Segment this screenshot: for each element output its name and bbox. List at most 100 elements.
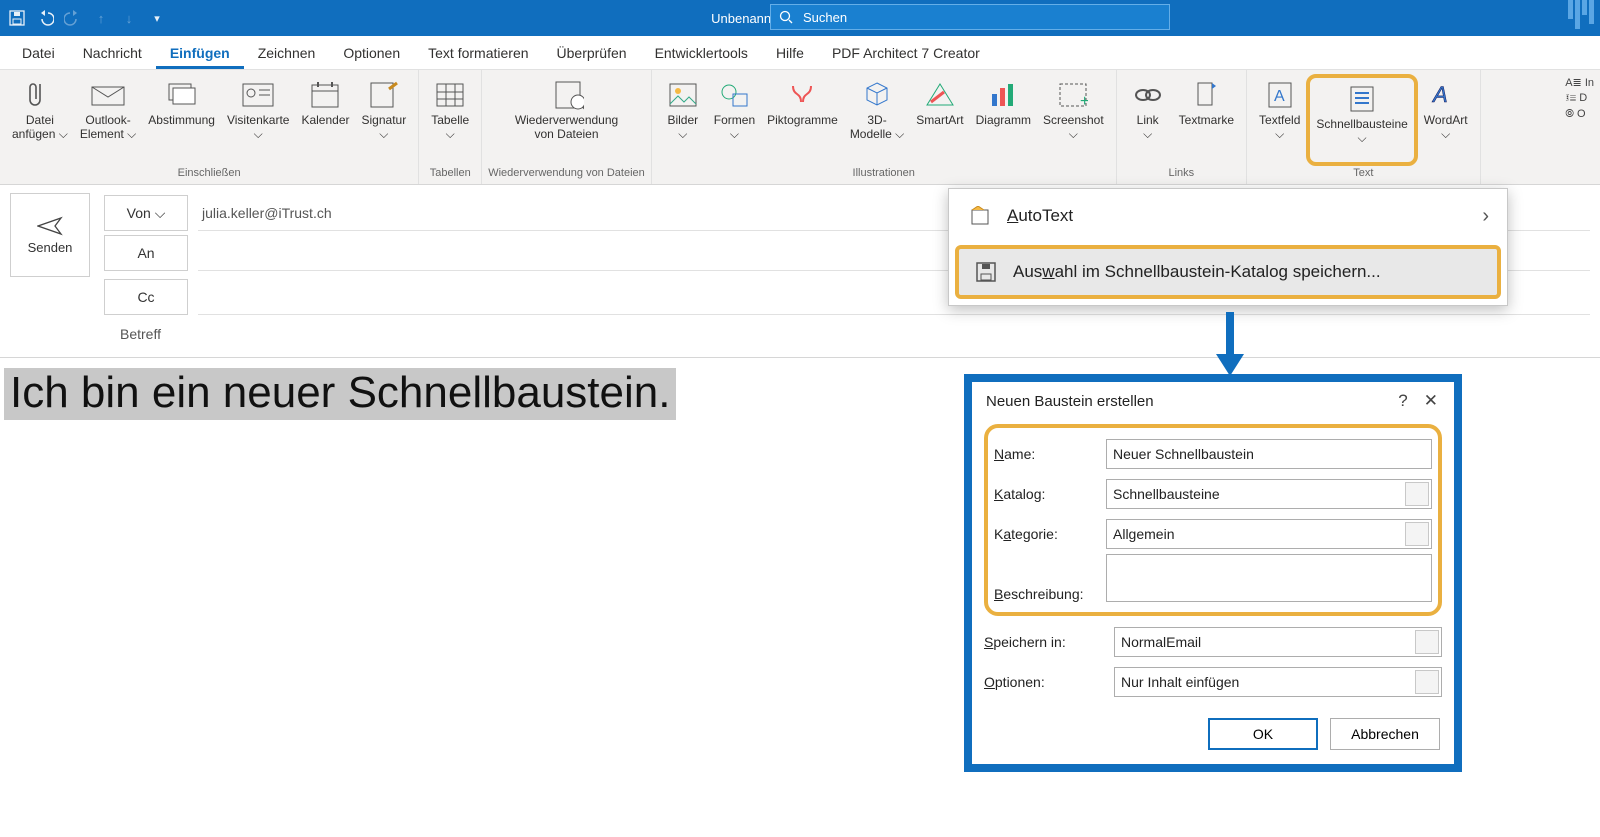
- cc-button[interactable]: Cc: [104, 279, 188, 315]
- picto-icon: [785, 78, 819, 112]
- select-optionen[interactable]: Nur Inhalt einfügen⌵: [1114, 667, 1442, 697]
- search-icon: [779, 10, 793, 24]
- quick-access-toolbar: ↑ ↓ ▾: [0, 9, 174, 27]
- tab-hilfe[interactable]: Hilfe: [762, 39, 818, 69]
- stack-icon: [165, 78, 199, 112]
- ribbon-btn-wart[interactable]: AWordArt⌵: [1418, 74, 1474, 166]
- ribbon-btn-tbox[interactable]: ATextfeld⌵: [1253, 74, 1306, 166]
- dialog-title: Neuen Baustein erstellen: [986, 393, 1154, 410]
- input-beschreibung[interactable]: [1106, 554, 1432, 602]
- ribbon-group: Wiederverwendungvon DateienWiederverwend…: [482, 70, 652, 184]
- ribbon-tabs: Datei Nachricht Einfügen Zeichnen Option…: [0, 36, 1600, 70]
- up-icon: ↑: [92, 9, 110, 27]
- label-katalog: Katalog:: [994, 486, 1106, 502]
- ribbon-btn-picto[interactable]: Piktogramme: [761, 74, 844, 166]
- ribbon-btn-card[interactable]: Visitenkarte⌵: [221, 74, 295, 166]
- group-label: Links: [1169, 167, 1195, 183]
- qat-more-icon[interactable]: ▾: [148, 9, 166, 27]
- smart-icon: [923, 78, 957, 112]
- ribbon-btn-smart[interactable]: SmartArt: [910, 74, 969, 166]
- cube-icon: [860, 78, 894, 112]
- ribbon-btn-mail[interactable]: Outlook-Element ⌵: [74, 74, 142, 166]
- titlebar: ↑ ↓ ▾ Unbenannt - Nachricht (HTML) Suche…: [0, 0, 1600, 36]
- ribbon-btn-clip[interactable]: Dateianfügen ⌵: [6, 74, 74, 166]
- link-icon: [1131, 78, 1165, 112]
- card-icon: [241, 78, 275, 112]
- svg-text:+: +: [1080, 93, 1088, 108]
- select-katalog[interactable]: Schnellbausteine⌵: [1106, 479, 1432, 509]
- tab-textform[interactable]: Text formatieren: [414, 39, 542, 69]
- group-label: Einschließen: [178, 167, 241, 183]
- ribbon-btn-sig[interactable]: Signatur⌵: [356, 74, 413, 166]
- ribbon-btn-table[interactable]: Tabelle⌵: [425, 74, 475, 166]
- label-beschreibung: Beschreibung:: [994, 586, 1106, 602]
- close-button[interactable]: ✕: [1418, 391, 1444, 411]
- menu-autotext[interactable]: AutoText ›: [949, 189, 1507, 243]
- svg-text:A: A: [1431, 82, 1448, 107]
- select-speichern[interactable]: NormalEmail⌵: [1114, 627, 1442, 657]
- group-label: Illustrationen: [853, 167, 915, 183]
- dialog-highlight-area: Name: Neuer Schnellbaustein Katalog: Sch…: [984, 424, 1442, 616]
- group-label: Text: [1353, 167, 1373, 183]
- clip-icon: [23, 78, 57, 112]
- from-button[interactable]: Von ⌵: [104, 195, 188, 231]
- send-button[interactable]: Senden: [10, 193, 90, 277]
- save-icon: [973, 262, 999, 282]
- to-button[interactable]: An: [104, 235, 188, 271]
- group-label: Tabellen: [430, 167, 471, 183]
- undo-icon[interactable]: [36, 9, 54, 27]
- ribbon-group: Bilder⌵Formen⌵Piktogramme3D-Modelle ⌵Sma…: [652, 70, 1117, 184]
- tab-optionen[interactable]: Optionen: [329, 39, 414, 69]
- tab-entwickler[interactable]: Entwicklertools: [641, 39, 762, 69]
- cal-icon: [308, 78, 342, 112]
- ok-button[interactable]: OK: [1208, 718, 1318, 750]
- help-button[interactable]: ?: [1388, 391, 1417, 411]
- group-label: Wiederverwendung von Dateien: [488, 167, 645, 183]
- ribbon-btn-bm[interactable]: Textmarke: [1173, 74, 1240, 166]
- tab-pdf[interactable]: PDF Architect 7 Creator: [818, 39, 994, 69]
- arrow-icon: [1210, 310, 1250, 380]
- redo-icon[interactable]: [64, 9, 82, 27]
- cancel-button[interactable]: Abbrechen: [1330, 718, 1440, 750]
- label-name: Name:: [994, 446, 1106, 462]
- autotext-icon: [967, 206, 993, 226]
- ribbon-btn-shot[interactable]: +Screenshot⌵: [1037, 74, 1110, 166]
- sig-icon: [367, 78, 401, 112]
- ribbon-btn-stack[interactable]: Abstimmung: [142, 74, 221, 166]
- tab-einfuegen[interactable]: Einfügen: [156, 39, 244, 69]
- ribbon-btn-reuse[interactable]: Wiederverwendungvon Dateien: [509, 74, 624, 166]
- ribbon-btn-link[interactable]: Link⌵: [1123, 74, 1173, 166]
- table-icon: [433, 78, 467, 112]
- ribbon-btn-quick[interactable]: Schnellbausteine⌵: [1306, 74, 1417, 166]
- tab-nachricht[interactable]: Nachricht: [69, 39, 156, 69]
- ribbon-group: Link⌵TextmarkeLinks: [1117, 70, 1247, 184]
- ribbon-group: ATextfeld⌵Schnellbausteine⌵AWordArt⌵ Text: [1247, 70, 1481, 184]
- quick-icon: [1345, 82, 1379, 116]
- ribbon: A≣ In፤≣ D⦾ O Dateianfügen ⌵Outlook-Eleme…: [0, 70, 1600, 185]
- tab-zeichnen[interactable]: Zeichnen: [244, 39, 330, 69]
- search-input[interactable]: Suchen: [770, 4, 1170, 30]
- save-icon[interactable]: [8, 9, 26, 27]
- label-optionen: Optionen:: [984, 674, 1114, 690]
- tab-datei[interactable]: Datei: [8, 39, 69, 69]
- ribbon-btn-img[interactable]: Bilder⌵: [658, 74, 708, 166]
- chevron-right-icon: ›: [1482, 205, 1489, 228]
- wart-icon: A: [1429, 78, 1463, 112]
- menu-save-quickpart[interactable]: Auswahl im Schnellbaustein-Katalog speic…: [955, 245, 1501, 299]
- down-icon: ↓: [120, 9, 138, 27]
- ribbon-btn-chart[interactable]: Diagramm: [970, 74, 1037, 166]
- search-placeholder: Suchen: [803, 10, 847, 25]
- selected-text[interactable]: Ich bin ein neuer Schnellbaustein.: [4, 368, 676, 420]
- ribbon-btn-cube[interactable]: 3D-Modelle ⌵: [844, 74, 910, 166]
- tbox-icon: A: [1263, 78, 1297, 112]
- input-name[interactable]: Neuer Schnellbaustein: [1106, 439, 1432, 469]
- tab-ueberpr[interactable]: Überprüfen: [543, 39, 641, 69]
- label-speichern: Speichern in:: [984, 634, 1114, 650]
- select-kategorie[interactable]: Allgemein⌵: [1106, 519, 1432, 549]
- ribbon-btn-shapes[interactable]: Formen⌵: [708, 74, 761, 166]
- img-icon: [666, 78, 700, 112]
- chart-icon: [986, 78, 1020, 112]
- windows-hint-icon: [1568, 0, 1594, 29]
- subject-label[interactable]: Betreff: [120, 317, 1590, 351]
- ribbon-btn-cal[interactable]: Kalender: [295, 74, 355, 166]
